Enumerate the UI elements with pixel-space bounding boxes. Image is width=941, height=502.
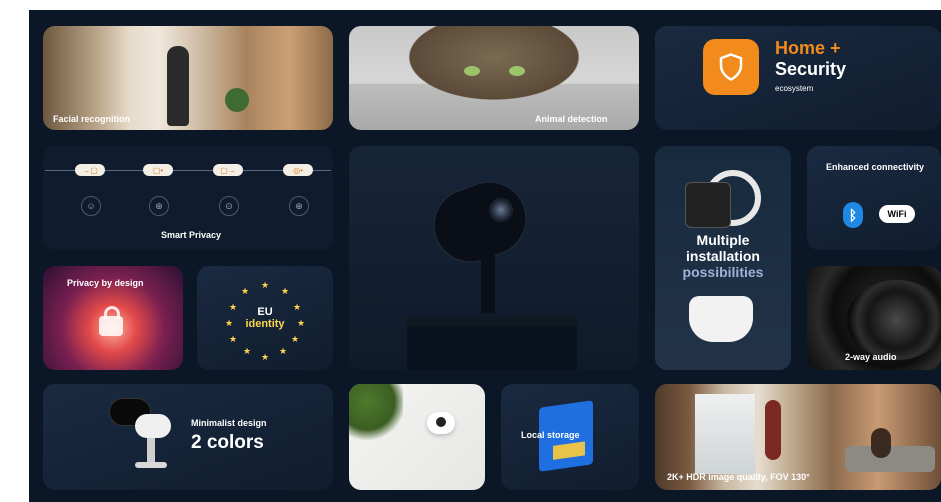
ceiling-mount [689, 296, 753, 342]
privacy-by-design-tile: Privacy by design [43, 266, 183, 370]
white-camera-photo-tile [349, 384, 485, 490]
eu-star: ★ [241, 286, 250, 296]
local-storage-tile: Local storage [501, 384, 639, 490]
eu-star: ★ [261, 352, 270, 362]
home-security-title: Home + Security [775, 38, 847, 79]
cat-eye-right [509, 66, 525, 76]
two-way-audio-label: 2-way audio [845, 352, 897, 362]
window-light [695, 394, 755, 474]
privacy-mode-1: →▢ [75, 164, 105, 176]
installation-title: Multiple installation possibilities [682, 232, 764, 280]
eu-star: ★ [229, 334, 238, 344]
eu-star: ★ [291, 334, 300, 344]
eu-identity-tile: ★ ★ ★ ★ ★ ★ ★ ★ ★ ★ ★ ★ EU identity [197, 266, 333, 370]
facial-recognition-tile: Facial recognition [43, 26, 333, 130]
camera-hero-tile [349, 146, 639, 370]
mounted-camera [427, 412, 455, 434]
cat-eye-left [464, 66, 480, 76]
eu-star: ★ [279, 346, 288, 356]
privacy-mode-3: ▢→ [213, 164, 243, 176]
smart-privacy-tile: →▢ ▢• ▢→ ◎• ☺ ⊕ ⊙ ⊕ Smart Privacy [43, 146, 333, 250]
face-scan-icon: ☺ [81, 196, 101, 216]
animal-detection-label: Animal detection [535, 114, 608, 124]
eu-star: ★ [281, 286, 290, 296]
minimalist-design-label: Minimalist design [191, 418, 267, 428]
smart-privacy-label: Smart Privacy [161, 230, 222, 240]
standing-person [765, 400, 781, 460]
ecosystem-label: ecosystem [775, 84, 814, 93]
privacy-by-design-label: Privacy by design [67, 278, 144, 288]
plant [225, 88, 249, 112]
two-way-audio-tile: 2-way audio [807, 266, 941, 370]
feature-grid: Facial recognition Animal detection Home… [29, 10, 941, 502]
camera-white [135, 414, 171, 438]
hdr-quality-tile: 2K+ HDR image quality, FOV 130° [655, 384, 941, 490]
privacy-mode-4: ◎• [283, 164, 313, 176]
two-colors-label: 2 colors [191, 432, 264, 453]
security-app-icon [703, 39, 759, 95]
eu-identity-title: EU identity [245, 306, 285, 330]
location-icon: ⊙ [219, 196, 239, 216]
facial-recognition-label: Facial recognition [53, 114, 131, 124]
camera-lens [489, 198, 513, 222]
connectivity-tile: Enhanced connectivity ᛒ WiFi [807, 146, 941, 250]
aperture-icon: ⊕ [289, 196, 309, 216]
camera-pedestal [407, 316, 577, 370]
speaker-cone [847, 280, 941, 360]
hdr-quality-label: 2K+ HDR image quality, FOV 130° [667, 472, 810, 482]
connectivity-label: Enhanced connectivity [825, 162, 925, 172]
bluetooth-icon: ᛒ [843, 202, 863, 228]
privacy-mode-2: ▢• [143, 164, 173, 176]
installation-tile: Multiple installation possibilities [655, 146, 791, 370]
camera-bracket [685, 182, 731, 228]
privacy-shutter-icon: ⊕ [149, 196, 169, 216]
camera-head [424, 172, 536, 272]
shield-icon [719, 53, 743, 81]
animal-detection-tile: Animal detection [349, 26, 639, 130]
lock-icon [99, 306, 123, 336]
wifi-icon: WiFi [879, 205, 915, 223]
home-security-tile: Home + Security ecosystem [655, 26, 941, 130]
camera-base [135, 462, 167, 468]
plant-leaves [349, 384, 403, 444]
local-storage-label: Local storage [521, 430, 580, 440]
camera-neck [481, 254, 495, 314]
eu-star: ★ [261, 280, 270, 290]
person-figure [167, 46, 189, 126]
camera-stand [147, 438, 155, 462]
eu-star: ★ [243, 346, 252, 356]
minimalist-design-tile: Minimalist design 2 colors [43, 384, 333, 490]
sitting-person [871, 428, 891, 458]
